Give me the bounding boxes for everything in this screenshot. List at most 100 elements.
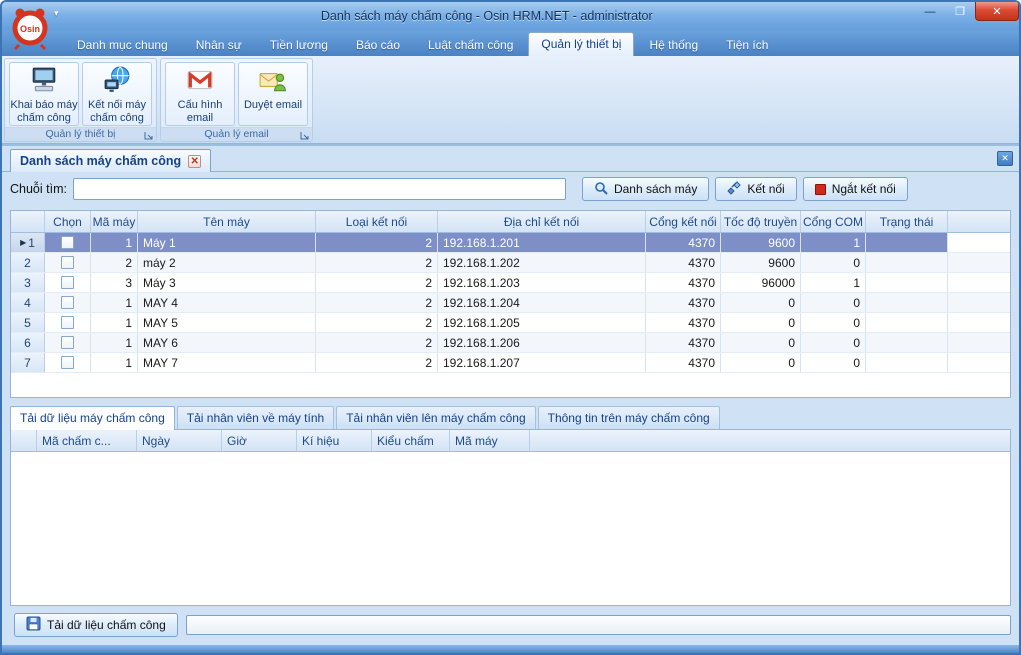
row-checkbox[interactable] [61, 356, 74, 369]
ribbon-tab[interactable]: Nhân sự [183, 34, 255, 56]
stop-icon [815, 184, 826, 195]
document-tab-label: Danh sách máy chấm công [20, 154, 181, 168]
header-cong-ket-noi[interactable]: Cổng kết nối [646, 211, 721, 232]
title-bar: Osin ▾ Danh sách máy chấm công - Osin HR… [2, 2, 1019, 30]
header-ten-may[interactable]: Tên máy [138, 211, 316, 232]
cell-cong-com: 0 [801, 313, 866, 332]
cell-toc-do: 0 [721, 333, 801, 352]
cell-toc-do: 9600 [721, 253, 801, 272]
header-dia-chi[interactable]: Địa chỉ kết nối [438, 211, 646, 232]
document-tab-device-list[interactable]: Danh sách máy chấm công ✕ [10, 149, 211, 172]
row-select-cell [45, 273, 91, 292]
header-ma-may[interactable]: Mã máy [91, 211, 138, 232]
ribbon-group-devices-label: Quản lý thiết bị [45, 128, 115, 140]
cell-cong-ket-noi: 4370 [646, 253, 721, 272]
cell-ten-may: MAY 6 [138, 333, 316, 352]
header-loai-ket-noi[interactable]: Loại kết nối [316, 211, 438, 232]
email-config-button[interactable]: Cấu hình email [165, 62, 235, 126]
device-row[interactable]: 71MAY 72192.168.1.207437000 [11, 353, 1010, 373]
detail-header-ma-may[interactable]: Mã máy [450, 430, 530, 451]
disconnect-button[interactable]: Ngắt kết nối [803, 177, 908, 201]
detail-header-gio[interactable]: Giờ [222, 430, 297, 451]
close-button[interactable]: ✕ [975, 2, 1019, 21]
row-number: 5 [24, 316, 31, 330]
cell-ten-may: MAY 7 [138, 353, 316, 372]
ribbon-tab[interactable]: Luật chấm công [415, 34, 526, 56]
dialog-launcher-icon[interactable] [144, 131, 153, 142]
row-select-cell [45, 233, 91, 252]
panel-close-button[interactable]: ✕ [997, 151, 1013, 166]
cell-trang-thai [866, 293, 948, 312]
detail-header-kieu-cham[interactable]: Kiểu chấm [372, 430, 450, 451]
cell-trang-thai [866, 353, 948, 372]
device-declare-icon [30, 66, 58, 97]
detail-tab[interactable]: Tải nhân viên về máy tính [177, 406, 334, 429]
row-checkbox[interactable] [61, 316, 74, 329]
content-panel: Danh sách máy chấm công ✕ ✕ Chuỗi tìm: D… [2, 144, 1019, 645]
dialog-launcher-icon[interactable] [300, 131, 309, 142]
ribbon-tab[interactable]: Quản lý thiết bị [528, 32, 634, 56]
app-logo-icon[interactable]: Osin [10, 6, 50, 50]
detail-header-ma-cham-cong[interactable]: Mã chấm c... [37, 430, 137, 451]
cell-trang-thai [866, 313, 948, 332]
search-input[interactable] [73, 178, 566, 200]
cell-loai-ket-noi: 2 [316, 293, 438, 312]
detail-header-ki-hieu[interactable]: Kí hiệu [297, 430, 372, 451]
detail-tab[interactable]: Tải dữ liệu máy chấm công [10, 406, 175, 430]
row-checkbox[interactable] [61, 336, 74, 349]
ribbon-tab[interactable]: Tiền lương [257, 34, 341, 56]
detail-tab[interactable]: Thông tin trên máy chấm công [538, 406, 720, 429]
header-trang-thai[interactable]: Trạng thái [866, 211, 948, 232]
row-indicator: 7 [11, 353, 45, 372]
row-select-cell [45, 333, 91, 352]
declare-device-button[interactable]: Khai báo máy chấm công [9, 62, 79, 126]
tab-close-icon[interactable]: ✕ [188, 155, 201, 168]
cell-cong-ket-noi: 4370 [646, 273, 721, 292]
minimize-button[interactable]: — [915, 2, 945, 21]
row-number: 1 [28, 236, 35, 250]
row-filler [948, 333, 1010, 352]
ribbon-tab[interactable]: Báo cáo [343, 34, 413, 56]
row-checkbox[interactable] [61, 256, 74, 269]
row-filler [948, 313, 1010, 332]
row-filler [948, 273, 1010, 292]
detail-tab[interactable]: Tải nhân viên lên máy chấm công [336, 406, 535, 429]
download-attendance-button[interactable]: Tải dữ liệu chấm công [14, 613, 178, 637]
row-checkbox[interactable] [61, 296, 74, 309]
row-checkbox[interactable] [61, 276, 74, 289]
plug-icon [727, 181, 741, 198]
header-chon[interactable]: Chọn [45, 211, 91, 232]
device-row[interactable]: 41MAY 42192.168.1.204437000 [11, 293, 1010, 313]
cell-loai-ket-noi: 2 [316, 353, 438, 372]
device-list-button-label: Danh sách máy [614, 182, 697, 196]
email-config-label: Cấu hình email [166, 99, 234, 125]
row-checkbox[interactable] [61, 236, 74, 249]
search-row: Chuỗi tìm: Danh sách máy Kết nối Ngắt kế… [2, 172, 1019, 205]
connect-button[interactable]: Kết nối [715, 177, 796, 201]
ribbon-tab[interactable]: Hệ thống [636, 34, 711, 56]
connect-device-button[interactable]: Kết nối máy chấm công [82, 62, 152, 126]
device-row[interactable]: 51MAY 52192.168.1.205437000 [11, 313, 1010, 333]
device-row[interactable]: ▶11Máy 12192.168.1.201437096001 [11, 233, 1010, 253]
device-grid-header: Chọn Mã máy Tên máy Loại kết nối Địa chỉ… [11, 211, 1010, 233]
device-list-button[interactable]: Danh sách máy [582, 177, 709, 201]
row-filler [948, 253, 1010, 272]
email-browse-icon [259, 66, 287, 97]
detail-grid: Mã chấm c... Ngày Giờ Kí hiệu Kiểu chấm … [10, 429, 1011, 606]
cell-loai-ket-noi: 2 [316, 273, 438, 292]
header-toc-do[interactable]: Tốc độ truyền [721, 211, 801, 232]
header-cong-com[interactable]: Cổng COM [801, 211, 866, 232]
ribbon-tab[interactable]: Tiện ích [713, 34, 781, 56]
device-row[interactable]: 22máy 22192.168.1.202437096000 [11, 253, 1010, 273]
detail-header-ngay[interactable]: Ngày [137, 430, 222, 451]
device-row[interactable]: 61MAY 62192.168.1.206437000 [11, 333, 1010, 353]
search-icon [594, 181, 608, 198]
email-browse-button[interactable]: Duyệt email [238, 62, 308, 126]
ribbon-tab[interactable]: Danh mục chung [64, 34, 181, 56]
cell-ma-may: 1 [91, 313, 138, 332]
ribbon-body: Khai báo máy chấm công Kết nối máy chấm … [2, 56, 1019, 144]
cell-ten-may: MAY 4 [138, 293, 316, 312]
maximize-button[interactable]: ❐ [945, 2, 975, 21]
device-row[interactable]: 33Máy 32192.168.1.2034370960001 [11, 273, 1010, 293]
row-indicator: 5 [11, 313, 45, 332]
